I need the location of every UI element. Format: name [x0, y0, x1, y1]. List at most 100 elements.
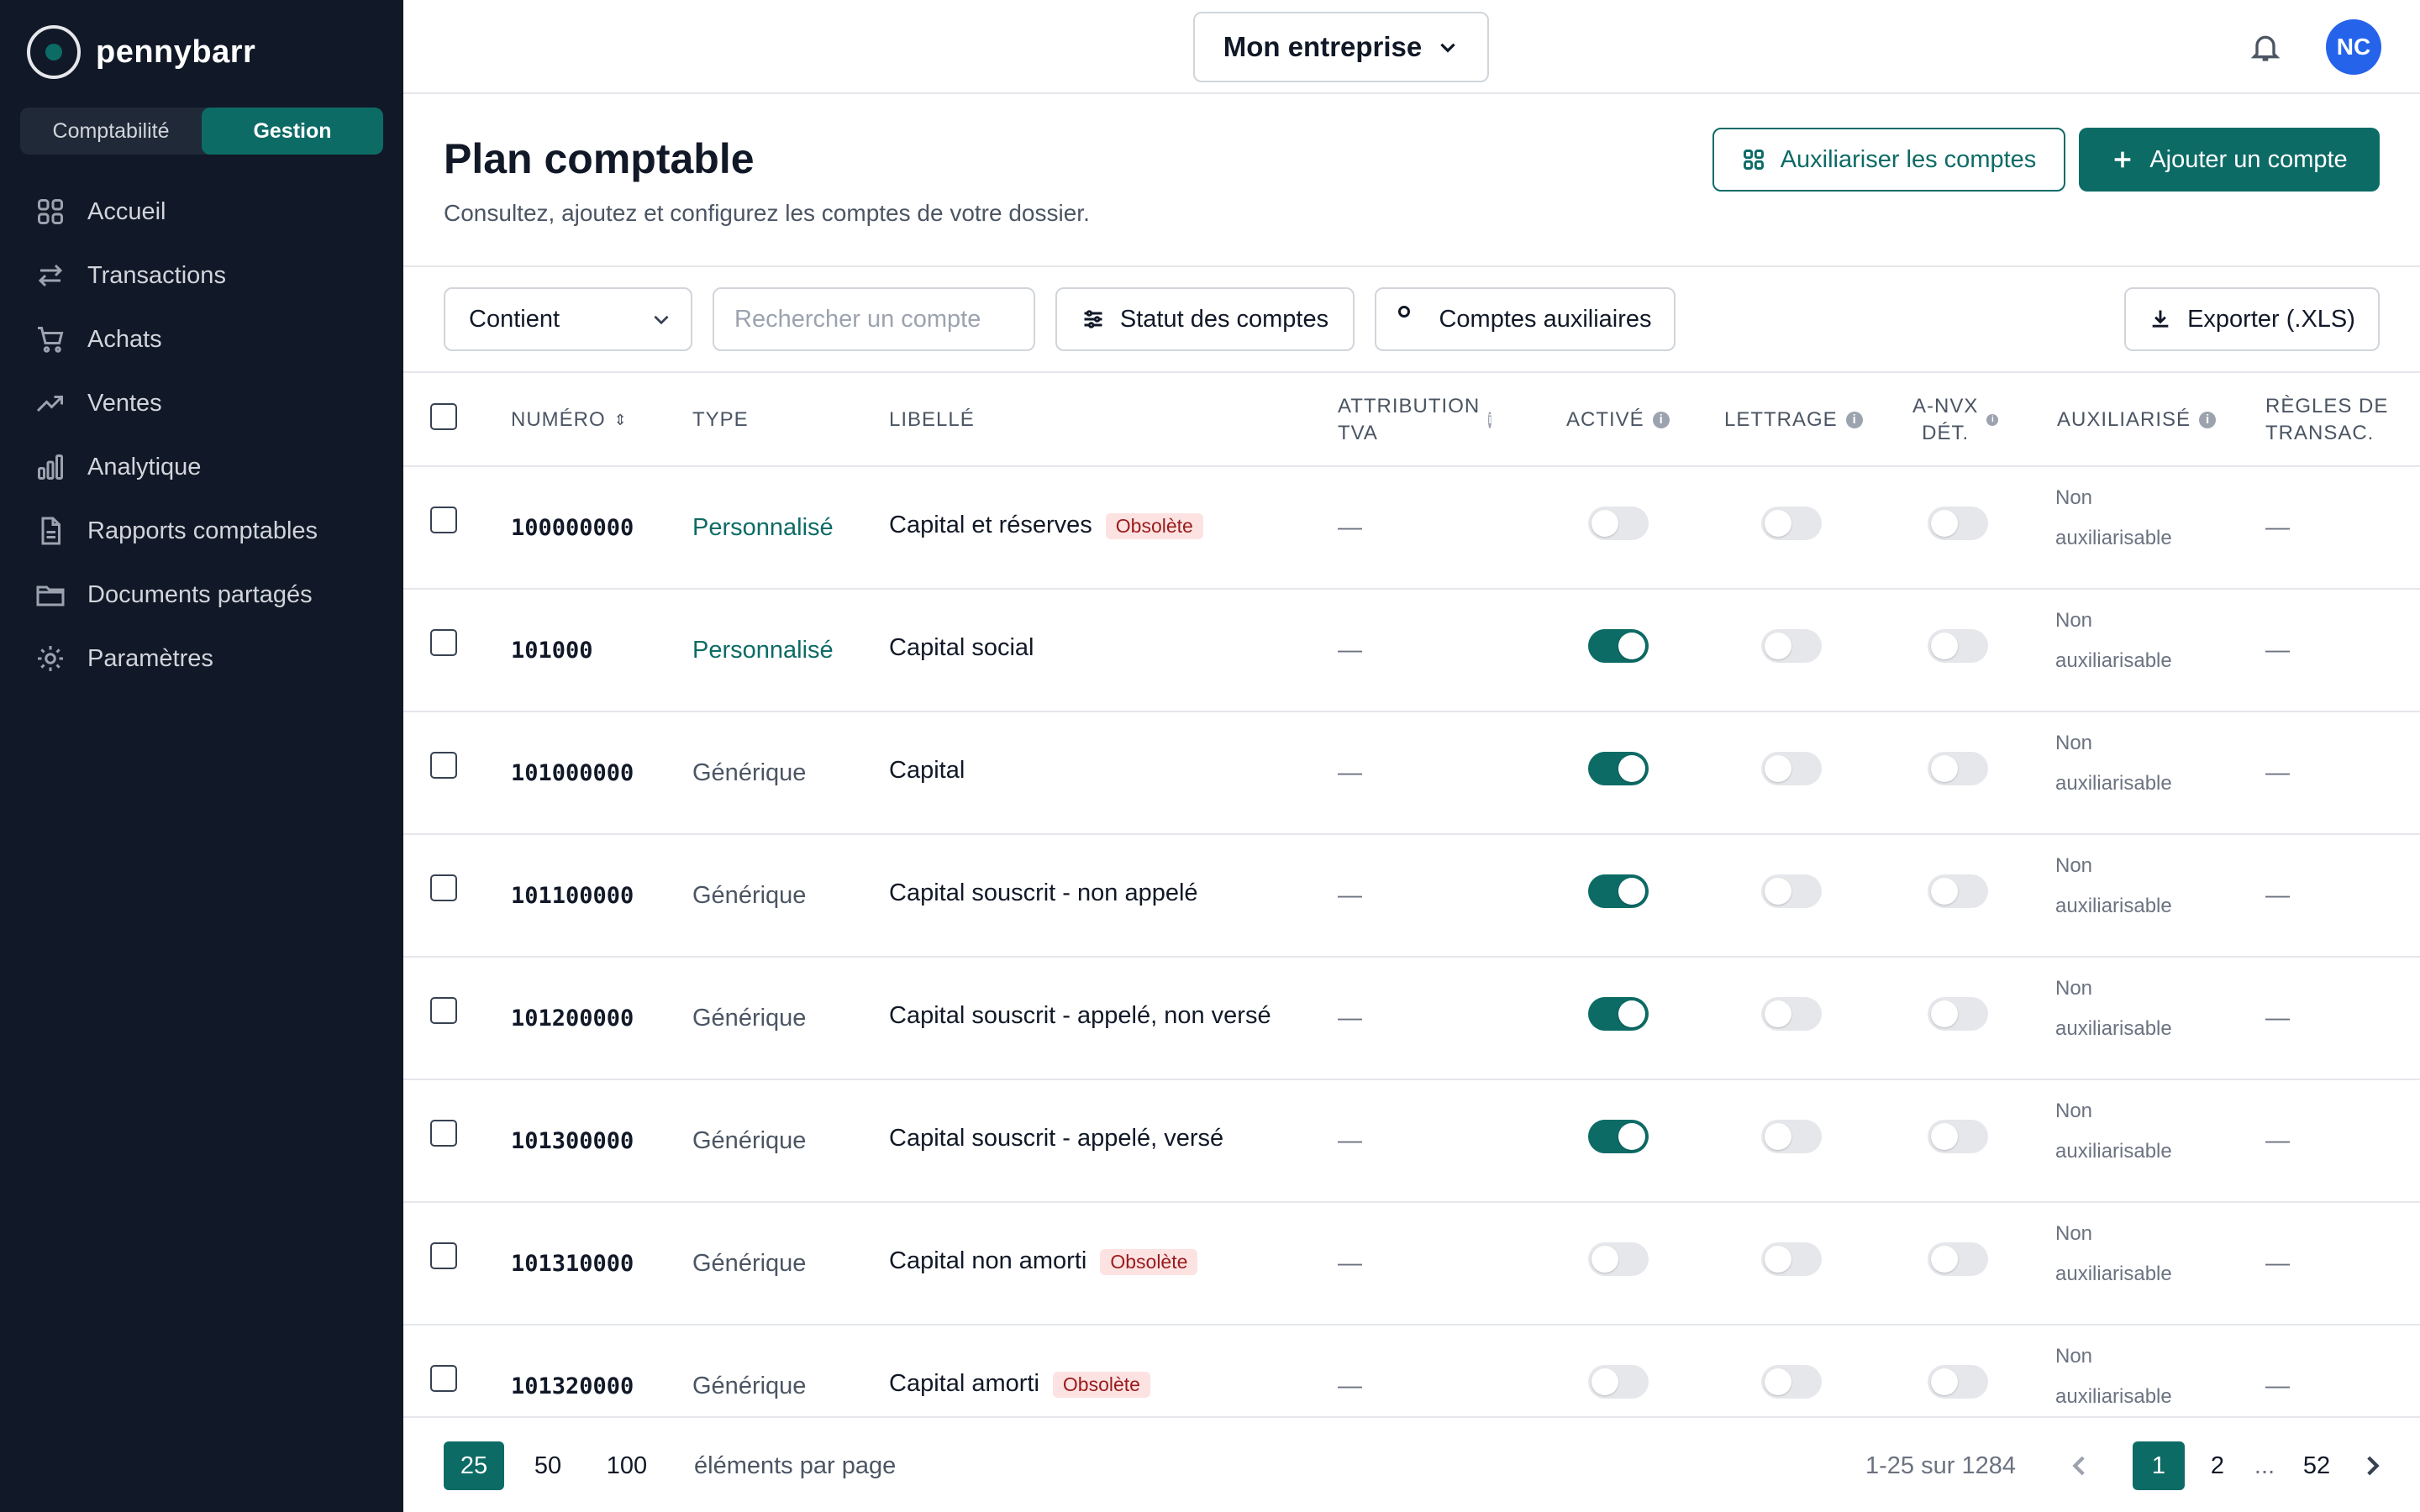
page-size-50[interactable]: 50	[518, 1441, 578, 1490]
table-row[interactable]: 101200000 Générique Capital souscrit - app…	[403, 958, 2420, 1080]
segment-comptabilite[interactable]: Comptabilité	[20, 108, 202, 155]
auxiliarize-accounts-button[interactable]: Auxiliariser les comptes	[1712, 128, 2065, 192]
result-range: 1-25 sur 1284	[1865, 1452, 2016, 1479]
info-icon[interactable]: i	[1986, 414, 1999, 426]
row-checkbox[interactable]	[430, 1120, 457, 1147]
row-checkbox[interactable]	[430, 997, 457, 1024]
active-toggle[interactable]	[1588, 1365, 1649, 1399]
next-page-button[interactable]	[2358, 1452, 2386, 1480]
lettrage-toggle[interactable]	[1761, 1365, 1822, 1399]
sidebar-item-transactions[interactable]: Transactions	[0, 244, 403, 307]
sidebar-item-analytique[interactable]: Analytique	[0, 435, 403, 499]
page-size-100[interactable]: 100	[593, 1441, 660, 1490]
company-selector[interactable]: Mon entreprise	[1193, 12, 1489, 82]
chevron-right-icon	[2367, 1456, 2380, 1476]
anvx-toggle[interactable]	[1928, 752, 1988, 785]
lettrage-toggle[interactable]	[1761, 507, 1822, 540]
status-badge: Obsolète	[1052, 1371, 1150, 1398]
sidebar-item-label: Analytique	[87, 453, 202, 480]
anvx-toggle[interactable]	[1928, 507, 1988, 540]
company-name: Mon entreprise	[1223, 31, 1423, 62]
auxiliarized-status: Non auxiliarisable	[2055, 723, 2172, 804]
anvx-toggle[interactable]	[1928, 629, 1988, 663]
anvx-toggle[interactable]	[1928, 1365, 1988, 1399]
export-xls-button[interactable]: Exporter (.XLS)	[2124, 287, 2380, 351]
match-mode-select[interactable]: Contient	[444, 287, 692, 351]
row-checkbox[interactable]	[430, 1242, 457, 1269]
trend-up-icon	[36, 396, 63, 412]
sidebar-item-documents[interactable]: Documents partagés	[0, 563, 403, 627]
table-row[interactable]: 101310000 Générique Capital non amorti Obso…	[403, 1203, 2420, 1326]
active-toggle[interactable]	[1588, 874, 1649, 908]
column-numero[interactable]: NUMÉRO ⇕	[511, 407, 628, 433]
lettrage-toggle[interactable]	[1761, 1242, 1822, 1276]
sidebar-item-accueil[interactable]: Accueil	[0, 180, 403, 244]
transaction-rules: —	[2265, 514, 2290, 541]
table-row[interactable]: 101000000 Générique Capital — Non auxiliarisa…	[403, 712, 2420, 835]
active-toggle[interactable]	[1588, 997, 1649, 1031]
add-account-button[interactable]: Ajouter un compte	[2079, 128, 2380, 192]
button-label: Exporter (.XLS)	[2187, 305, 2355, 333]
row-checkbox[interactable]	[430, 752, 457, 779]
sidebar-item-ventes[interactable]: Ventes	[0, 371, 403, 435]
active-toggle[interactable]	[1588, 1242, 1649, 1276]
active-toggle[interactable]	[1588, 1120, 1649, 1153]
row-checkbox[interactable]	[430, 507, 457, 533]
column-label: NUMÉRO	[511, 408, 606, 431]
avatar[interactable]: NC	[2326, 19, 2381, 75]
account-label: Capital social	[889, 634, 1034, 661]
info-icon[interactable]: i	[1845, 412, 1863, 428]
lettrage-toggle[interactable]	[1761, 1120, 1822, 1153]
row-checkbox[interactable]	[430, 874, 457, 901]
info-icon[interactable]: i	[2199, 412, 2217, 428]
anvx-toggle[interactable]	[1928, 1120, 1988, 1153]
page-52[interactable]: 52	[2289, 1441, 2344, 1490]
account-type: Générique	[692, 759, 807, 786]
page-size-25[interactable]: 25	[444, 1441, 504, 1490]
vat-attribution: —	[1338, 882, 1362, 909]
aux-line: auxiliarisable	[2055, 1140, 2172, 1163]
anvx-toggle[interactable]	[1928, 1242, 1988, 1276]
row-checkbox[interactable]	[430, 629, 457, 656]
active-toggle[interactable]	[1588, 507, 1649, 540]
segment-gestion[interactable]: Gestion	[202, 108, 383, 155]
chevron-down-icon	[1440, 43, 1455, 53]
sidebar-item-rapports[interactable]: Rapports comptables	[0, 499, 403, 563]
match-mode-value: Contient	[469, 305, 560, 333]
sidebar-item-label: Ventes	[87, 389, 162, 417]
search-input[interactable]: Rechercher un compte	[713, 287, 1035, 351]
brand-logo[interactable]: pennybarr	[27, 25, 255, 79]
brand-name: pennybarr	[96, 34, 256, 70]
active-toggle[interactable]	[1588, 752, 1649, 785]
page-1[interactable]: 1	[2133, 1441, 2185, 1490]
page-title: Plan comptable	[444, 135, 755, 182]
table-row[interactable]: 100000000 Personnalisé Capital et réserves…	[403, 467, 2420, 590]
select-all-checkbox[interactable]	[430, 403, 457, 430]
column-label-line: ATTRIBUTION	[1338, 395, 1481, 417]
lettrage-toggle[interactable]	[1761, 997, 1822, 1031]
anvx-toggle[interactable]	[1928, 874, 1988, 908]
table-row[interactable]: 101100000 Générique Capital souscrit - non…	[403, 835, 2420, 958]
anvx-toggle[interactable]	[1928, 997, 1988, 1031]
table-row[interactable]: 101300000 Générique Capital souscrit - app…	[403, 1080, 2420, 1203]
vat-attribution: —	[1338, 1127, 1362, 1154]
sidebar-item-achats[interactable]: Achats	[0, 307, 403, 371]
transaction-rules: —	[2265, 882, 2290, 909]
auxiliary-accounts-filter[interactable]: Comptes auxiliaires	[1375, 287, 1676, 351]
mode-switch: Comptabilité Gestion	[20, 108, 383, 155]
account-status-filter[interactable]: Statut des comptes	[1055, 287, 1355, 351]
info-icon[interactable]: i	[1652, 412, 1670, 428]
page-2[interactable]: 2	[2193, 1441, 2242, 1490]
row-checkbox[interactable]	[430, 1365, 457, 1392]
lettrage-toggle[interactable]	[1761, 752, 1822, 785]
lettrage-toggle[interactable]	[1761, 874, 1822, 908]
chevron-down-icon	[654, 315, 669, 325]
sidebar-item-parametres[interactable]: Paramètres	[0, 627, 403, 690]
info-icon[interactable]: i	[1488, 412, 1492, 428]
column-regles: RÈGLES DE TRANSAC.	[2265, 393, 2388, 447]
notifications-button[interactable]	[2249, 30, 2282, 64]
table-row[interactable]: 101000 Personnalisé Capital social — Non auxi…	[403, 590, 2420, 712]
lettrage-toggle[interactable]	[1761, 629, 1822, 663]
active-toggle[interactable]	[1588, 629, 1649, 663]
prev-page-button[interactable]	[2065, 1452, 2094, 1480]
